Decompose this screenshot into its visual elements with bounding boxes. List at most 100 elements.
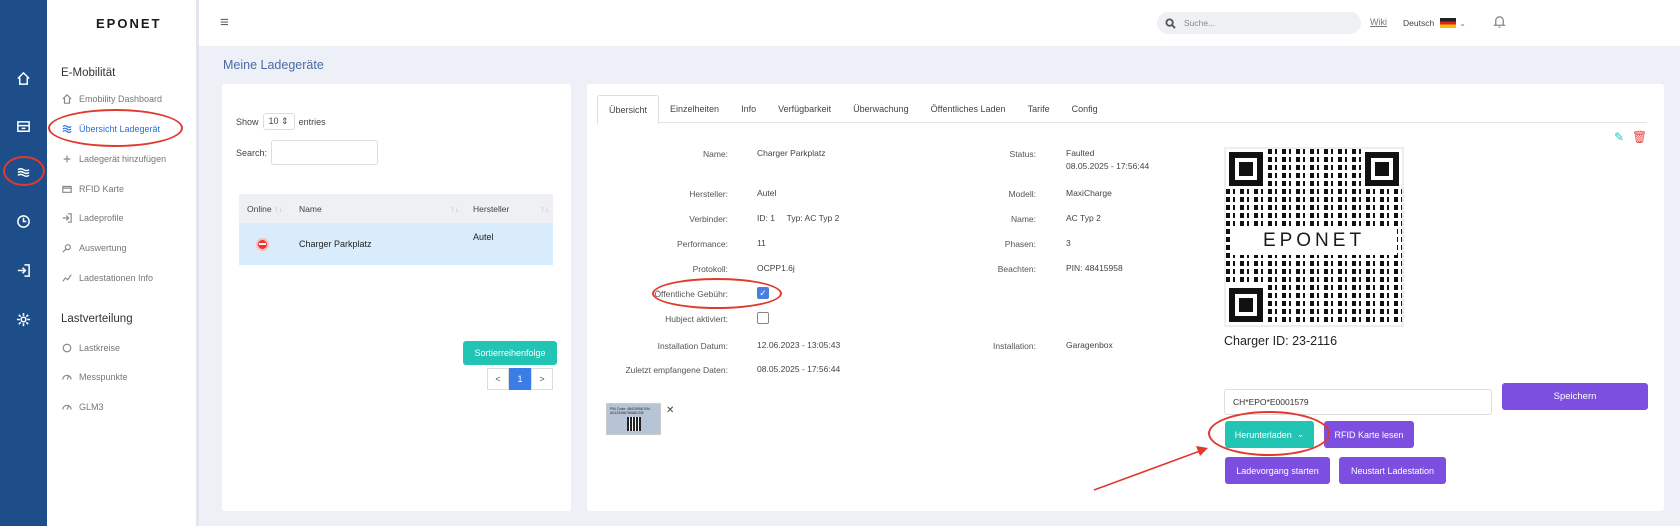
language-label: Deutsch [1403, 18, 1435, 28]
sidebar-item-lastkreise[interactable]: Lastkreise [61, 342, 120, 354]
table-search-input[interactable] [271, 140, 379, 165]
search-label: Search: [236, 147, 268, 158]
sidebar-item-rfid[interactable]: RFID Karte [61, 183, 124, 195]
entries-length: Show 10 ⇕ entries [236, 113, 326, 130]
chevron-down-icon: ⌄ [1459, 18, 1466, 28]
value-verbinder: ID: 1 Typ: AC Typ 2 [757, 213, 840, 223]
search-input[interactable]: Suche... [1157, 12, 1361, 34]
label-zuletzt: Zuletzt empfangene Daten: [625, 365, 728, 375]
tab-uebersicht[interactable]: Übersicht [597, 95, 660, 124]
value-name2: AC Typ 2 [1066, 213, 1101, 223]
tab-tarife[interactable]: Tarife [1017, 95, 1061, 122]
sidebar-item-auswertung[interactable]: Auswertung [61, 242, 127, 254]
next-page-button[interactable]: > [531, 368, 553, 390]
prev-page-button[interactable]: < [487, 368, 509, 390]
sidebar-item-ladestationen-info[interactable]: Ladestationen Info [61, 272, 153, 284]
home-icon[interactable] [11, 66, 35, 90]
sidebar-item-glm3[interactable]: GLM3 [61, 401, 104, 413]
tab-ueberwachung[interactable]: Überwachung [842, 95, 920, 122]
label-protokoll: Protokoll: [692, 264, 728, 274]
store-icon[interactable] [11, 114, 35, 138]
label-installation-datum: Installation Datum: [657, 341, 728, 351]
charger-list-card: Show 10 ⇕ entries Search: Online ↑↓ Name… [222, 84, 571, 511]
table-header: Online ↑↓ Name ↑↓ Hersteller ↑↓ [239, 194, 553, 223]
search-placeholder: Suche... [1184, 18, 1216, 28]
section-title-emobility: E-Mobilität [61, 67, 116, 79]
tab-verfuegbarkeit[interactable]: Verfügbarkeit [767, 95, 842, 122]
clock-icon[interactable] [11, 209, 35, 233]
close-icon[interactable]: ✕ [666, 405, 674, 416]
sidebar-item-dashboard[interactable]: Emobility Dashboard [61, 93, 162, 105]
table-search: Search: [236, 140, 379, 165]
hubject-checkbox[interactable] [757, 312, 769, 324]
annotation-arrow-icon [1093, 446, 1208, 491]
start-charging-button[interactable]: Ladevorgang starten [1225, 457, 1330, 484]
entries-label: entries [298, 116, 326, 127]
sidebar-item-label: Ladeprofile [79, 213, 124, 223]
entries-select[interactable]: 10 ⇕ [262, 113, 295, 130]
col-online[interactable]: Online ↑↓ [239, 204, 297, 214]
value-installation: Garagenbox [1066, 340, 1113, 350]
col-label: Hersteller [473, 203, 510, 214]
qr-logo: EPONET [1231, 227, 1397, 255]
highlight-circle [652, 278, 782, 309]
col-name[interactable]: Name ↑↓ [297, 204, 465, 214]
tab-config[interactable]: Config [1061, 95, 1109, 122]
language-selector[interactable]: Deutsch ⌄ [1403, 18, 1466, 28]
tab-oeffentliches-laden[interactable]: Öffentliches Laden [920, 95, 1017, 122]
show-label: Show [236, 116, 259, 127]
trash-icon[interactable]: 🗑 [1632, 130, 1647, 144]
bell-icon[interactable] [1492, 14, 1507, 34]
gear-icon[interactable] [11, 307, 35, 331]
label-status: Status: [1009, 149, 1036, 159]
home-icon [61, 93, 73, 105]
value-installation-datum: 12.06.2023 - 13:05:43 [757, 340, 841, 350]
search-icon [1165, 17, 1176, 29]
status-text: Faulted [1066, 148, 1095, 158]
label-beachten: Beachten: [997, 264, 1036, 274]
label-installation: Installation: [993, 341, 1036, 351]
edit-icon[interactable]: ✎ [1614, 130, 1624, 144]
magnifier-icon [61, 242, 73, 254]
cell-manufacturer: Autel [473, 232, 494, 242]
tab-einzelheiten[interactable]: Einzelheiten [659, 95, 730, 122]
chart-icon [61, 272, 73, 284]
login-icon[interactable] [11, 258, 35, 282]
pagination: < 1 > [487, 368, 553, 390]
label-name: Name: [702, 149, 728, 159]
sidebar-item-label: Ladestationen Info [79, 273, 154, 283]
status-date: 08.05.2025 - 17:56:44 [1066, 161, 1150, 171]
label-name2: Name: [1010, 214, 1036, 224]
table-row[interactable]: Charger Parkplatz Autel [239, 223, 553, 265]
value-beachten: PIN: 48415958 [1066, 263, 1123, 273]
sidebar: E-Mobilität Emobility Dashboard Übersich… [47, 0, 199, 526]
sort-order-button[interactable]: Sortierreihenfolge [463, 341, 557, 365]
value-protokoll: OCPP1.6j [757, 263, 795, 273]
value-phasen: 3 [1066, 238, 1071, 248]
sidebar-item-messpunkte[interactable]: Messpunkte [61, 371, 128, 383]
gauge-icon [61, 371, 73, 383]
label-verbinder: Verbinder: [689, 214, 728, 224]
value-name: Charger Parkplatz [757, 148, 826, 158]
wiki-link[interactable]: Wiki [1370, 17, 1387, 27]
page-1-button[interactable]: 1 [509, 368, 531, 390]
label-sticker-image[interactable]: PIN Code: 48415958 S/N: A0123456789ABCDE [606, 403, 661, 435]
hamburger-icon[interactable]: ≡ [220, 14, 229, 31]
sidebar-item-ladeprofile[interactable]: Ladeprofile [61, 212, 124, 224]
value-performance: 11 [757, 238, 766, 248]
tab-info[interactable]: Info [730, 95, 767, 122]
charger-id: Charger ID: 23-2116 [1224, 334, 1338, 348]
value-status: Faulted 08.05.2025 - 17:56:44 [1066, 147, 1149, 173]
label-hersteller: Hersteller: [689, 189, 728, 199]
rfid-read-button[interactable]: RFID Karte lesen [1324, 421, 1414, 448]
icon-rail [0, 0, 47, 526]
logo: EPONET [96, 16, 162, 31]
save-button[interactable]: Speichern [1502, 383, 1648, 410]
topbar: ≡ Suche... Wiki Deutsch ⌄ [199, 0, 1680, 46]
col-hersteller[interactable]: Hersteller ↑↓ [465, 204, 553, 214]
charger-detail-card: Übersicht Einzelheiten Info Verfügbarkei… [587, 84, 1664, 511]
sidebar-item-label: Messpunkte [79, 372, 128, 382]
login-icon [61, 212, 73, 224]
restart-station-button[interactable]: Neustart Ladestation [1339, 457, 1446, 484]
sidebar-item-hinzufuegen[interactable]: Ladegerät hinzufügen [61, 153, 166, 165]
